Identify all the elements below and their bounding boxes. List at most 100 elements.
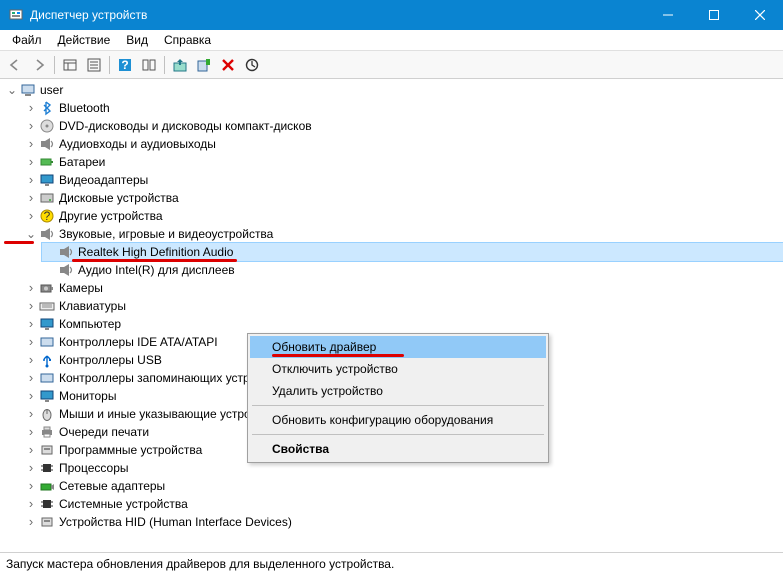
- expand-icon[interactable]: [25, 120, 37, 132]
- show-hide-tree-button[interactable]: [59, 54, 81, 76]
- toolbar-separator: [164, 56, 165, 74]
- close-button[interactable]: [737, 0, 783, 30]
- category-label: Батареи: [59, 155, 105, 169]
- device-label: Аудио Intel(R) для дисплеев: [78, 263, 235, 277]
- expand-icon[interactable]: [25, 444, 37, 456]
- expand-icon[interactable]: [25, 318, 37, 330]
- device-tree[interactable]: user Bluetooth DVD-дисководы и дисководы …: [0, 79, 783, 552]
- menubar: Файл Действие Вид Справка: [0, 30, 783, 51]
- expand-icon[interactable]: [25, 156, 37, 168]
- category-icon: [39, 172, 55, 188]
- expand-icon[interactable]: [25, 336, 37, 348]
- context-item-label: Обновить драйвер: [272, 340, 376, 354]
- expand-icon[interactable]: [25, 300, 37, 312]
- scan-hardware-button[interactable]: [193, 54, 215, 76]
- help-button[interactable]: ?: [114, 54, 136, 76]
- menu-action[interactable]: Действие: [50, 31, 119, 49]
- category-icon: [39, 478, 55, 494]
- tree-category[interactable]: Устройства HID (Human Interface Devices): [23, 513, 783, 531]
- context-scan-hardware[interactable]: Обновить конфигурацию оборудования: [250, 409, 546, 431]
- expand-icon[interactable]: [25, 372, 37, 384]
- window-title: Диспетчер устройств: [30, 8, 645, 22]
- context-item-label: Свойства: [272, 442, 329, 456]
- category-label: Bluetooth: [59, 101, 110, 115]
- category-icon: [39, 298, 55, 314]
- expand-icon[interactable]: [25, 192, 37, 204]
- expand-placeholder: [44, 246, 56, 258]
- category-label: Контроллеры USB: [59, 353, 162, 367]
- expand-placeholder: [44, 264, 56, 276]
- properties-button[interactable]: [83, 54, 105, 76]
- tree-category[interactable]: Сетевые адаптеры: [23, 477, 783, 495]
- context-item-label: Обновить конфигурацию оборудования: [272, 413, 493, 427]
- category-icon: [39, 100, 55, 116]
- maximize-button[interactable]: [691, 0, 737, 30]
- tree-category[interactable]: Видеоадаптеры: [23, 171, 783, 189]
- computer-icon: [20, 82, 36, 98]
- menu-file[interactable]: Файл: [4, 31, 50, 49]
- context-remove-device[interactable]: Удалить устройство: [250, 380, 546, 402]
- tree-category[interactable]: Bluetooth: [23, 99, 783, 117]
- expand-icon[interactable]: [6, 84, 18, 96]
- context-item-label: Отключить устройство: [272, 362, 398, 376]
- context-update-driver[interactable]: Обновить драйвер: [250, 336, 546, 358]
- category-label: Камеры: [59, 281, 103, 295]
- category-icon: [39, 406, 55, 422]
- expand-icon[interactable]: [25, 426, 37, 438]
- menu-view[interactable]: Вид: [118, 31, 156, 49]
- back-button[interactable]: [4, 54, 26, 76]
- expand-icon[interactable]: [25, 498, 37, 510]
- category-icon: [39, 460, 55, 476]
- category-label: Мониторы: [59, 389, 116, 403]
- category-label: Дисковые устройства: [59, 191, 179, 205]
- uninstall-button[interactable]: [217, 54, 239, 76]
- titlebar: Диспетчер устройств: [0, 0, 783, 30]
- view-button[interactable]: [138, 54, 160, 76]
- tree-category[interactable]: Клавиатуры: [23, 297, 783, 315]
- context-properties[interactable]: Свойства: [250, 438, 546, 460]
- category-icon: [39, 442, 55, 458]
- expand-icon[interactable]: [25, 408, 37, 420]
- expand-icon[interactable]: [25, 516, 37, 528]
- expand-icon[interactable]: [25, 102, 37, 114]
- expand-icon[interactable]: [25, 390, 37, 402]
- disable-button[interactable]: [241, 54, 263, 76]
- category-icon: [39, 190, 55, 206]
- expand-icon[interactable]: [25, 228, 37, 240]
- category-label: DVD-дисководы и дисководы компакт-дисков: [59, 119, 312, 133]
- forward-button[interactable]: [28, 54, 50, 76]
- tree-device[interactable]: Realtek High Definition Audio: [42, 243, 783, 261]
- tree-category[interactable]: Системные устройства: [23, 495, 783, 513]
- tree-category[interactable]: Компьютер: [23, 315, 783, 333]
- context-disable-device[interactable]: Отключить устройство: [250, 358, 546, 380]
- tree-category[interactable]: Камеры: [23, 279, 783, 297]
- category-label: Другие устройства: [59, 209, 163, 223]
- expand-icon[interactable]: [25, 354, 37, 366]
- menu-help[interactable]: Справка: [156, 31, 219, 49]
- category-label: Сетевые адаптеры: [59, 479, 165, 493]
- statusbar: Запуск мастера обновления драйверов для …: [0, 552, 783, 574]
- context-separator: [252, 434, 544, 435]
- tree-category[interactable]: Батареи: [23, 153, 783, 171]
- update-driver-button[interactable]: [169, 54, 191, 76]
- toolbar-separator: [54, 56, 55, 74]
- expand-icon[interactable]: [25, 480, 37, 492]
- expand-icon[interactable]: [25, 462, 37, 474]
- category-icon: [39, 388, 55, 404]
- tree-root[interactable]: user: [4, 81, 783, 99]
- device-label: Realtek High Definition Audio: [78, 245, 233, 259]
- tree-category[interactable]: ?Другие устройства: [23, 207, 783, 225]
- expand-icon[interactable]: [25, 174, 37, 186]
- expand-icon[interactable]: [25, 282, 37, 294]
- category-icon: [39, 226, 55, 242]
- minimize-button[interactable]: [645, 0, 691, 30]
- tree-category[interactable]: Аудиовходы и аудиовыходы: [23, 135, 783, 153]
- category-label: Аудиовходы и аудиовыходы: [59, 137, 216, 151]
- tree-category[interactable]: DVD-дисководы и дисководы компакт-дисков: [23, 117, 783, 135]
- category-icon: [39, 370, 55, 386]
- expand-icon[interactable]: [25, 210, 37, 222]
- tree-category[interactable]: Звуковые, игровые и видеоустройства: [23, 225, 783, 243]
- tree-device[interactable]: Аудио Intel(R) для дисплеев: [42, 261, 783, 279]
- expand-icon[interactable]: [25, 138, 37, 150]
- tree-category[interactable]: Дисковые устройства: [23, 189, 783, 207]
